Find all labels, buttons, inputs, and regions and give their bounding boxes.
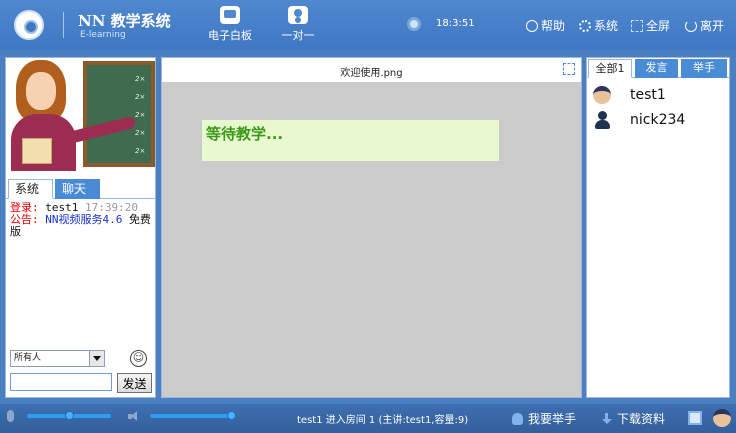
tab-chat[interactable]: 聊天 <box>55 179 100 199</box>
teacher-book <box>22 138 52 164</box>
bottom-toolbar: test1 进入房间 1 (主讲:test1,容量:9) 我要举手 下载资料 <box>0 404 736 433</box>
speaker-volume-knob[interactable] <box>227 411 236 420</box>
tab-speaking[interactable]: 发言 <box>635 59 678 78</box>
expand-icon[interactable] <box>563 63 575 75</box>
speaker-icon[interactable] <box>128 411 141 422</box>
chalkboard-line: 2× <box>135 111 146 119</box>
waiting-banner: 等待教学... <box>202 120 499 161</box>
fullscreen-button[interactable]: 全屏 <box>631 17 670 34</box>
webcam-logo-icon <box>14 10 44 40</box>
tab-all-users[interactable]: 全部1 <box>588 59 632 78</box>
recipient-value: 所有人 <box>14 353 42 363</box>
chalkboard-line: 2× <box>135 147 146 155</box>
notice-message: 公告: NN视频服务4.6 免费版 <box>10 214 151 238</box>
chalkboard-line: 2× <box>135 129 146 137</box>
logo-divider <box>63 12 64 38</box>
user-tab-bar: 全部1 发言 举手 <box>587 58 729 78</box>
system-button[interactable]: 系统 <box>579 17 618 34</box>
download-icon <box>601 412 612 425</box>
teacher-face <box>26 72 56 110</box>
teacher-avatar-icon <box>593 86 611 104</box>
hand-icon <box>512 412 523 425</box>
layout-icon[interactable] <box>688 411 702 425</box>
one-on-one-mode-button[interactable]: 一对一 <box>270 4 326 48</box>
app-title: NN 教学系统 <box>78 12 171 30</box>
fullscreen-icon <box>631 19 643 32</box>
power-icon <box>685 19 697 32</box>
room-status-text: test1 进入房间 1 (主讲:test1,容量:9) <box>297 415 469 426</box>
fullscreen-label: 全屏 <box>646 19 671 33</box>
chalkboard-line: 2× <box>135 75 146 83</box>
left-tab-bar: 系统 聊天 <box>6 179 155 199</box>
document-header: 欢迎使用.png <box>162 58 581 82</box>
chevron-down-icon <box>93 356 101 361</box>
waiting-text: 等待教学... <box>206 125 284 143</box>
whiteboard-icon <box>220 6 240 24</box>
chat-input[interactable] <box>10 373 112 391</box>
clock-icon <box>407 17 421 31</box>
whiteboard-mode-label: 电子白板 <box>208 29 252 42</box>
notice-text: NN视频服务4.6 <box>45 213 123 226</box>
microphone-icon[interactable] <box>7 410 14 422</box>
help-button[interactable]: 帮助 <box>526 17 565 34</box>
user-name: nick234 <box>630 112 686 128</box>
teacher-video: 2× 2× 2× 2× 2× <box>6 58 155 171</box>
tab-raised-hands[interactable]: 举手 <box>681 59 727 78</box>
speaker-volume-slider[interactable] <box>150 411 236 420</box>
gear-icon <box>579 19 591 32</box>
help-icon <box>526 19 538 32</box>
message-area: 登录: test1 17:39:20 公告: NN视频服务4.6 免费版 <box>6 199 155 345</box>
emoji-icon[interactable]: ☺ <box>130 350 147 367</box>
user-name: test1 <box>630 87 666 103</box>
help-label: 帮助 <box>541 19 566 33</box>
student-avatar-icon <box>593 111 611 129</box>
user-list-panel: 全部1 发言 举手 test1 nick234 <box>586 57 730 398</box>
whiteboard-panel: 欢迎使用.png 等待教学... <box>161 57 582 398</box>
download-label: 下载资料 <box>617 412 666 426</box>
left-panel: 2× 2× 2× 2× 2× 系统 聊天 登录: test1 17:39:20 … <box>5 57 156 398</box>
raise-hand-button[interactable]: 我要举手 <box>512 410 576 427</box>
download-button[interactable]: 下载资料 <box>601 410 665 427</box>
whiteboard-mode-button[interactable]: 电子白板 <box>202 4 258 48</box>
raise-hand-label: 我要举手 <box>528 412 577 426</box>
chalkboard-line: 2× <box>135 93 146 101</box>
user-list-item[interactable]: test1 <box>587 83 729 107</box>
user-list-item[interactable]: nick234 <box>587 108 729 132</box>
app-subtitle: E-learning <box>80 30 126 40</box>
system-label: 系统 <box>594 19 619 33</box>
leave-label: 离开 <box>700 19 725 33</box>
microphone-volume-slider[interactable] <box>27 411 111 420</box>
recipient-select[interactable]: 所有人 <box>10 350 105 367</box>
microphone-volume-knob[interactable] <box>65 411 74 420</box>
user-avatar-icon[interactable] <box>713 409 731 427</box>
tab-system[interactable]: 系统 <box>8 179 53 199</box>
one-on-one-icon <box>288 6 308 24</box>
chalkboard: 2× 2× 2× 2× 2× <box>83 61 155 167</box>
document-title: 欢迎使用.png <box>340 68 403 79</box>
clock-time: 18:3:51 <box>436 18 475 29</box>
leave-button[interactable]: 离开 <box>685 17 724 34</box>
one-on-one-mode-label: 一对一 <box>281 29 315 42</box>
send-button[interactable]: 发送 <box>117 373 152 393</box>
top-header: NN 教学系统 E-learning 电子白板 一对一 18:3:51 帮助 系… <box>0 0 736 50</box>
